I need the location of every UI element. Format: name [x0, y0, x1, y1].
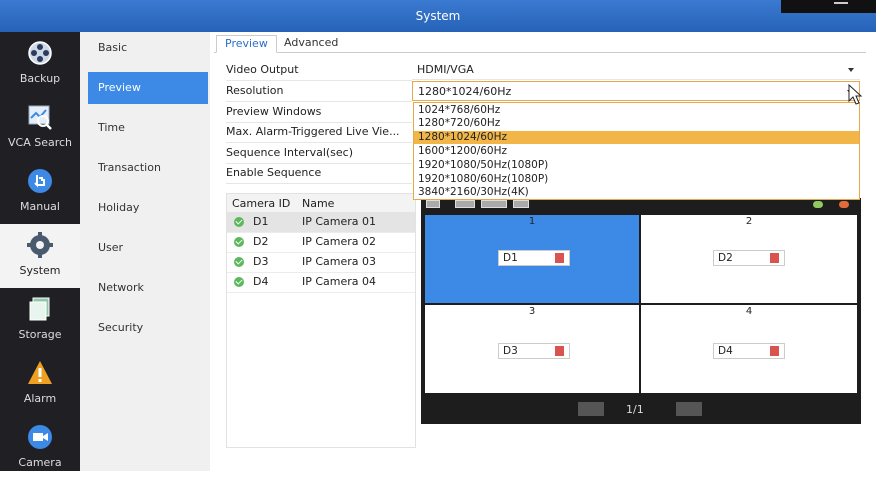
window-camera-tag: D3: [498, 343, 570, 359]
next-page-button[interactable]: [676, 402, 702, 416]
resolution-option[interactable]: 1920*1080/50Hz(1080P): [414, 159, 859, 172]
submenu-item-basic[interactable]: Basic: [88, 32, 208, 64]
resolution-dropdown: 1024*768/60Hz 1280*720/60Hz 1280*1024/60…: [413, 102, 860, 200]
preview-pager: 1/1: [421, 396, 861, 424]
rail-item-vca-search[interactable]: VCA Search: [0, 96, 80, 160]
window-camera-tag: D4: [713, 343, 785, 359]
title-bar: System: [0, 0, 876, 32]
check-icon: [234, 257, 244, 267]
video-output-value: HDMI/VGA: [417, 63, 474, 76]
minimize-icon[interactable]: [834, 2, 848, 4]
alarm-icon: [28, 361, 52, 384]
system-submenu: Basic Preview Time Transaction Holiday U…: [80, 32, 210, 471]
window-camera-tag: D1: [498, 250, 570, 266]
resolution-option-selected[interactable]: 1280*1024/60Hz: [414, 131, 859, 144]
submenu-item-transaction[interactable]: Transaction: [88, 152, 208, 184]
submenu-item-holiday[interactable]: Holiday: [88, 192, 208, 224]
resolution-option[interactable]: 1280*720/60Hz: [414, 117, 859, 130]
manual-icon: [28, 169, 52, 193]
video-output-label: Video Output: [226, 60, 412, 81]
trash-icon[interactable]: [555, 346, 564, 356]
prev-page-button[interactable]: [578, 402, 604, 416]
storage-icon: [29, 297, 50, 321]
tab-preview[interactable]: Preview: [216, 35, 277, 53]
camera-list-header: Camera ID Name: [227, 194, 415, 212]
trash-icon[interactable]: [770, 346, 779, 356]
check-icon: [234, 237, 244, 247]
rail-item-backup[interactable]: Backup: [0, 32, 80, 96]
sequence-interval-label: Sequence Interval(sec): [226, 143, 412, 164]
mouse-cursor-icon: [848, 84, 863, 105]
resolution-option[interactable]: 1024*768/60Hz: [414, 104, 859, 117]
enable-sequence-label: Enable Sequence: [226, 163, 412, 184]
submenu-item-time[interactable]: Time: [88, 112, 208, 144]
rail-item-storage[interactable]: Storage: [0, 288, 80, 352]
preview-layout-area: 1 D1 2 D2 3 D3 4 D4: [421, 198, 861, 424]
tab-bar: Preview Advanced: [214, 32, 866, 53]
resolution-option[interactable]: 3840*2160/30Hz(4K): [414, 186, 859, 199]
window-camera-tag: D2: [713, 250, 785, 266]
camera-list: Camera ID Name D1 IP Camera 01 D2 IP Cam…: [226, 193, 416, 448]
chevron-down-icon: [848, 68, 854, 72]
page-indicator: 1/1: [626, 403, 644, 416]
column-header-camera-id: Camera ID: [232, 197, 291, 210]
table-row[interactable]: D4 IP Camera 04: [227, 272, 415, 293]
preview-windows-label: Preview Windows: [226, 102, 412, 123]
trash-icon[interactable]: [555, 253, 564, 263]
layout-1-icon[interactable]: [426, 200, 440, 208]
rail-item-manual[interactable]: Manual: [0, 160, 80, 224]
submenu-item-preview[interactable]: Preview: [88, 72, 208, 104]
table-row[interactable]: D1 IP Camera 01: [227, 212, 415, 233]
refresh-icon[interactable]: [813, 201, 823, 208]
window-title: System: [415, 9, 461, 23]
vca-search-icon: [28, 105, 52, 130]
system-gear-icon: [27, 232, 53, 258]
max-alarm-label: Max. Alarm-Triggered Live Vie...: [226, 122, 412, 143]
check-icon: [234, 217, 244, 227]
video-output-select[interactable]: HDMI/VGA: [412, 60, 860, 80]
table-row[interactable]: D2 IP Camera 02: [227, 232, 415, 253]
resolution-option[interactable]: 1600*1200/60Hz: [414, 145, 859, 158]
rail-item-camera[interactable]: Camera: [0, 416, 80, 480]
rail-item-system[interactable]: System: [0, 224, 80, 288]
resolution-select[interactable]: 1280*1024/60Hz: [412, 81, 860, 101]
backup-icon: [28, 41, 52, 65]
rail-item-alarm[interactable]: Alarm: [0, 352, 80, 416]
camera-icon: [28, 425, 52, 449]
column-header-name: Name: [302, 197, 335, 210]
preview-window-3[interactable]: 3 D3: [425, 305, 639, 393]
trash-icon[interactable]: [770, 253, 779, 263]
submenu-item-user[interactable]: User: [88, 232, 208, 264]
submenu-item-security[interactable]: Security: [88, 312, 208, 344]
check-icon: [234, 277, 244, 287]
main-nav-rail: Backup VCA Search Manual System Storage …: [0, 32, 80, 471]
tab-advanced[interactable]: Advanced: [276, 35, 346, 51]
clear-icon[interactable]: [839, 201, 849, 208]
layout-4-icon[interactable]: [455, 200, 475, 208]
resolution-option[interactable]: 1920*1080/60Hz(1080P): [414, 173, 859, 186]
preview-window-2[interactable]: 2 D2: [641, 215, 857, 303]
submenu-item-network[interactable]: Network: [88, 272, 208, 304]
window-controls: [781, 0, 876, 13]
table-row[interactable]: D3 IP Camera 03: [227, 252, 415, 273]
preview-window-1[interactable]: 1 D1: [425, 215, 639, 303]
resolution-value: 1280*1024/60Hz: [418, 85, 512, 98]
layout-16-icon[interactable]: [513, 200, 529, 208]
resolution-label: Resolution: [226, 81, 412, 102]
layout-9-icon[interactable]: [481, 200, 507, 208]
preview-window-4[interactable]: 4 D4: [641, 305, 857, 393]
